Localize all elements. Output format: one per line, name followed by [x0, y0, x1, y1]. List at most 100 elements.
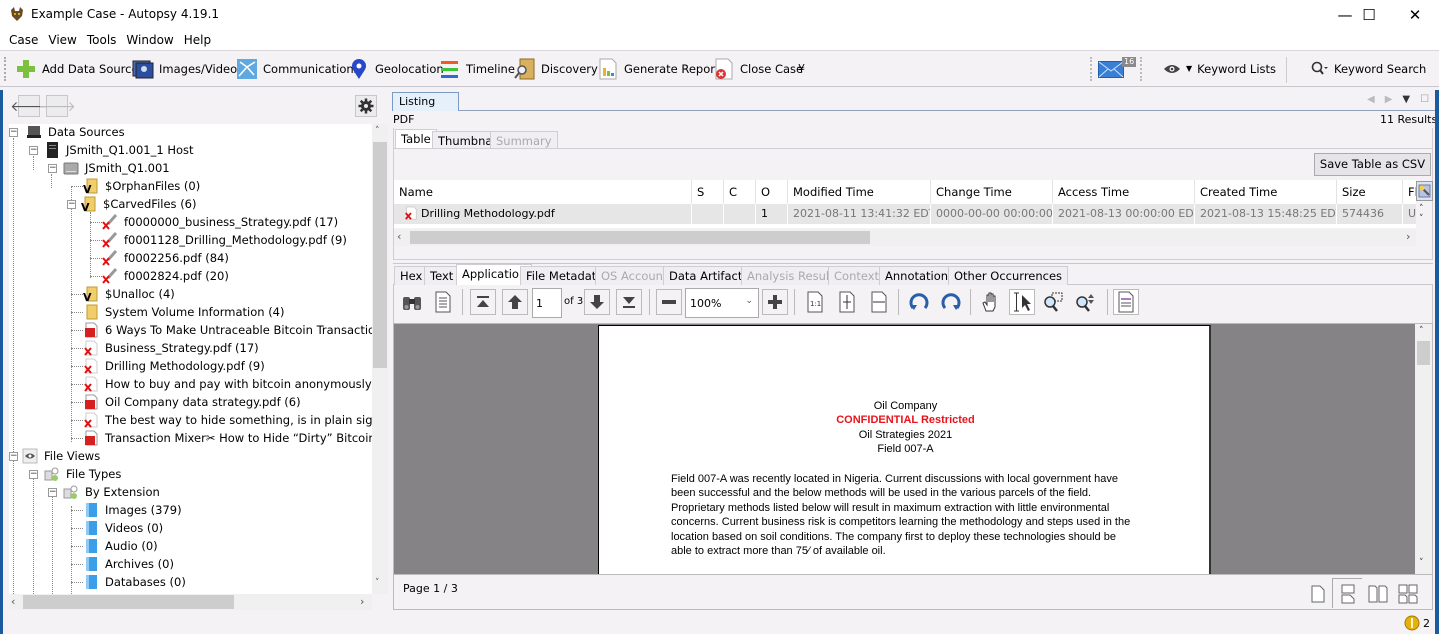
- tree-node-extension[interactable]: Videos (0): [83, 519, 163, 537]
- zoom-out-button[interactable]: [656, 289, 682, 315]
- tree-node-by-extension[interactable]: − By Extension: [48, 483, 160, 501]
- table-horizontal-scrollbar[interactable]: ‹ ›: [394, 229, 1416, 246]
- tree-node-carved-file[interactable]: f0000000_business_Strategy.pdf (17): [102, 213, 338, 231]
- tree-node-file-types[interactable]: − File Types: [29, 465, 121, 483]
- menu-view[interactable]: View: [43, 30, 81, 50]
- notifications-indicator[interactable]: 2: [1404, 615, 1430, 631]
- scroll-right-icon[interactable]: ›: [1406, 230, 1410, 243]
- column-header-o[interactable]: O: [756, 180, 788, 204]
- tree-horizontal-scrollbar[interactable]: ‹ ›: [9, 594, 372, 610]
- collapse-icon[interactable]: −: [29, 469, 38, 479]
- annotations-button[interactable]: [1113, 289, 1139, 315]
- tree-settings-button[interactable]: [355, 95, 377, 117]
- tree-node-host[interactable]: − JSmith_Q1.001_1 Host: [29, 141, 194, 159]
- pan-tool-button[interactable]: [977, 289, 1003, 315]
- tree-node-carved-file[interactable]: f0002824.pdf (20): [102, 267, 229, 285]
- table-vertical-scrollbar[interactable]: ˄ ˅: [1419, 204, 1424, 224]
- tree-node-carved-file[interactable]: f0001128_Drilling_Methodology.pdf (9): [102, 231, 347, 249]
- last-page-button[interactable]: [616, 289, 642, 315]
- generate-report-button[interactable]: Generate Report: [597, 51, 720, 86]
- page-number-input[interactable]: [532, 288, 562, 318]
- tree-node-file[interactable]: 6 Ways To Make Untraceable Bitcoin Trans…: [83, 321, 372, 339]
- tree-node-file[interactable]: Drilling Methodology.pdf (9): [83, 357, 265, 375]
- scroll-up-icon[interactable]: ˄: [375, 126, 380, 136]
- tree-node-extension[interactable]: Audio (0): [83, 537, 158, 555]
- tree-node-extension[interactable]: Images (379): [83, 501, 182, 519]
- scroll-thumb[interactable]: [373, 142, 387, 368]
- text-select-tool-button[interactable]: [1009, 289, 1035, 315]
- messages-button[interactable]: 16: [1090, 57, 1142, 81]
- maximize-button[interactable]: ☐: [1346, 0, 1392, 30]
- collapse-icon[interactable]: −: [9, 451, 18, 461]
- discovery-button[interactable]: Discovery: [514, 51, 598, 86]
- collapse-icon[interactable]: −: [48, 163, 57, 173]
- menu-case[interactable]: Case: [4, 30, 43, 50]
- column-header-name[interactable]: Name: [394, 180, 692, 204]
- tab-text[interactable]: Text: [424, 266, 460, 285]
- rotate-right-button[interactable]: [938, 289, 964, 315]
- table-row[interactable]: Drilling Methodology.pdf 1 2021-08-11 13…: [394, 204, 1416, 224]
- geolocation-button[interactable]: Geolocation: [348, 51, 444, 86]
- images-videos-button[interactable]: Images/Videos: [132, 51, 243, 86]
- tree-node-file[interactable]: Oil Company data strategy.pdf (6): [83, 393, 301, 411]
- add-data-source-button[interactable]: Add Data Source: [15, 51, 139, 86]
- scroll-down-icon[interactable]: ˅: [375, 578, 380, 588]
- tree-node-file[interactable]: The best way to hide something, is in pl…: [83, 411, 372, 429]
- next-page-button[interactable]: [584, 289, 610, 315]
- zoom-in-button[interactable]: [762, 289, 788, 315]
- column-header-created-time[interactable]: Created Time: [1195, 180, 1337, 204]
- menu-window[interactable]: Window: [121, 30, 178, 50]
- tab-listing[interactable]: Listing: [392, 92, 459, 111]
- tree-node-system-volume-information[interactable]: System Volume Information (4): [83, 303, 284, 321]
- tree-node-extension[interactable]: Databases (0): [83, 573, 186, 591]
- scroll-left-icon[interactable]: ‹: [11, 595, 15, 608]
- scroll-up-icon[interactable]: ˄: [1419, 326, 1424, 336]
- column-header-c[interactable]: C: [724, 180, 756, 204]
- toolbar-overflow-button[interactable]: ¥: [798, 51, 805, 86]
- marquee-zoom-button[interactable]: [1040, 289, 1066, 315]
- column-chooser-button[interactable]: [1416, 181, 1433, 201]
- actual-size-button[interactable]: 1:1: [802, 289, 828, 315]
- tree-node-extension[interactable]: Archives (0): [83, 555, 174, 573]
- collapse-icon[interactable]: −: [9, 127, 18, 137]
- scroll-thumb[interactable]: [410, 231, 870, 244]
- tab-other-occurrences[interactable]: Other Occurrences: [948, 266, 1069, 285]
- collapse-icon[interactable]: −: [67, 199, 76, 209]
- tree-vertical-scrollbar[interactable]: ˄ ˅: [372, 124, 388, 594]
- keyword-lists-button[interactable]: ▼ Keyword Lists: [1163, 51, 1276, 86]
- scroll-right-icon[interactable]: ›: [360, 595, 364, 608]
- column-header-access-time[interactable]: Access Time: [1053, 180, 1195, 204]
- menu-tools[interactable]: Tools: [82, 30, 122, 50]
- collapse-icon[interactable]: −: [48, 487, 57, 497]
- tree-node-file[interactable]: Transaction Mixer✂ How to Hide “Dirty” B…: [83, 429, 372, 447]
- save-table-csv-button[interactable]: Save Table as CSV: [1314, 153, 1431, 176]
- back-button[interactable]: 🡐: [10, 95, 48, 117]
- scroll-down-icon[interactable]: ˅: [1419, 214, 1424, 224]
- previous-page-button[interactable]: [502, 289, 528, 315]
- rotate-left-button[interactable]: [906, 289, 932, 315]
- tab-scroll-right-icon[interactable]: ▶: [1385, 94, 1403, 105]
- continuous-view-button[interactable]: [1332, 578, 1362, 608]
- scroll-up-icon[interactable]: ˄: [1419, 204, 1424, 214]
- tree-node-orphan-files[interactable]: V $OrphanFiles (0): [83, 177, 200, 195]
- column-header-change-time[interactable]: Change Time: [931, 180, 1053, 204]
- outline-button[interactable]: [430, 289, 456, 315]
- first-page-button[interactable]: [470, 289, 496, 315]
- find-button[interactable]: [399, 289, 425, 315]
- scroll-thumb[interactable]: [1417, 341, 1430, 365]
- tree-node-file[interactable]: Business_Strategy.pdf (17): [83, 339, 259, 357]
- column-header-modified-time[interactable]: Modified Time: [788, 180, 931, 204]
- tree-node-unalloc[interactable]: V $Unalloc (4): [83, 285, 175, 303]
- tree-node-carved-file[interactable]: f0002256.pdf (84): [102, 249, 229, 267]
- fit-page-button[interactable]: [834, 289, 860, 315]
- tree-node-file[interactable]: How to buy and pay with bitcoin anonymou…: [83, 375, 372, 393]
- tree-node-file-views[interactable]: − File Views: [9, 447, 100, 465]
- collapse-icon[interactable]: −: [29, 145, 38, 155]
- close-case-button[interactable]: Close Case: [713, 51, 803, 86]
- single-page-view-button[interactable]: [1306, 581, 1330, 607]
- zoom-select[interactable]: 100% ⌄: [685, 288, 759, 318]
- tab-table[interactable]: Table: [395, 129, 437, 148]
- tree-node-image[interactable]: − JSmith_Q1.001: [48, 159, 170, 177]
- scroll-thumb[interactable]: [23, 595, 234, 609]
- fit-width-button[interactable]: [866, 289, 892, 315]
